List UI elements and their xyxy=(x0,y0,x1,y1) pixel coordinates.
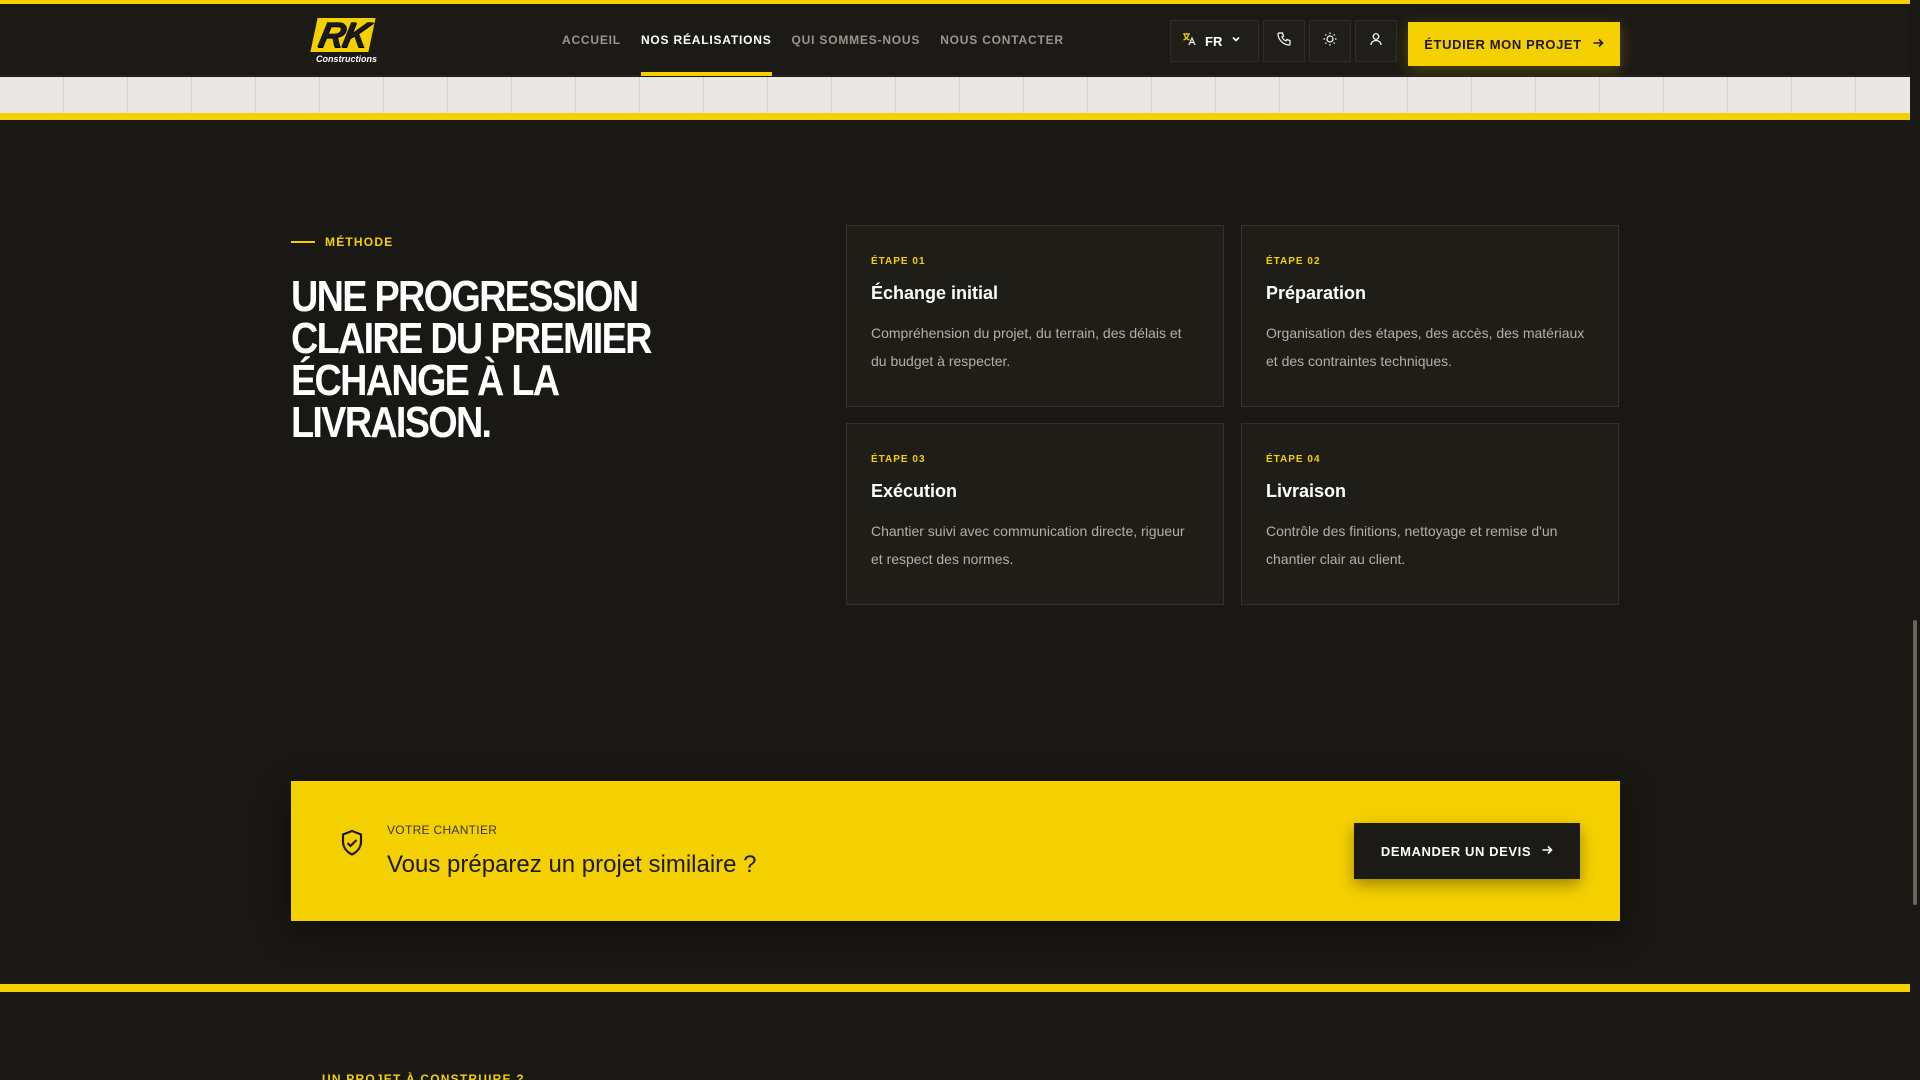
theme-toggle-button[interactable] xyxy=(1309,20,1351,62)
next-section-eyebrow: UN PROJET À CONSTRUIRE ? xyxy=(322,1072,525,1080)
step-card: ÉTAPE 02 Préparation Organisation des ét… xyxy=(1241,225,1619,407)
eyebrow-line xyxy=(291,241,315,243)
logo[interactable]: RK Constructions xyxy=(310,14,380,66)
step-card: ÉTAPE 03 Exécution Chantier suivi avec c… xyxy=(846,423,1224,605)
scrollbar-thumb[interactable] xyxy=(1913,620,1917,905)
arrow-right-icon xyxy=(1541,844,1553,859)
hero-image-strip xyxy=(0,77,1910,113)
chevron-down-icon xyxy=(1230,32,1242,50)
step-description: Organisation des étapes, des accès, des … xyxy=(1266,325,1585,369)
step-description: Compréhension du projet, du terrain, des… xyxy=(871,325,1182,369)
translate-icon xyxy=(1181,31,1197,52)
section-divider xyxy=(0,113,1910,120)
step-number: ÉTAPE 03 xyxy=(871,454,926,465)
step-description: Contrôle des finitions, nettoyage et rem… xyxy=(1266,523,1558,567)
method-eyebrow-text: MÉTHODE xyxy=(325,235,394,249)
method-eyebrow: MÉTHODE xyxy=(291,235,393,249)
language-code: FR xyxy=(1205,33,1223,49)
shield-check-icon xyxy=(339,829,365,857)
step-number: ÉTAPE 02 xyxy=(1266,256,1321,267)
phone-icon xyxy=(1276,31,1292,52)
banner-kicker: VOTRE CHANTIER xyxy=(387,823,498,837)
step-card: ÉTAPE 01 Échange initial Compréhension d… xyxy=(846,225,1224,407)
step-number: ÉTAPE 01 xyxy=(871,256,926,267)
user-icon xyxy=(1368,31,1384,52)
logo-mark: RK xyxy=(310,14,380,55)
step-number: ÉTAPE 04 xyxy=(1266,454,1321,465)
headline-line: ÉCHANGE À LA LIVRAISON. xyxy=(291,356,559,447)
language-selector[interactable]: FR xyxy=(1170,20,1259,62)
nav-item-qui-sommes-nous[interactable]: QUI SOMMES-NOUS xyxy=(782,4,931,76)
phone-button[interactable] xyxy=(1263,20,1305,62)
scrollbar-track[interactable] xyxy=(1910,0,1920,1080)
section-divider xyxy=(0,984,1910,992)
step-title: Échange initial xyxy=(871,283,999,303)
site-header: RK Constructions ACCUEIL NOS RÉALISATION… xyxy=(0,4,1910,76)
method-headline: UNE PROGRESSION CLAIRE DU PREMIER ÉCHANG… xyxy=(291,272,652,447)
step-card: ÉTAPE 04 Livraison Contrôle des finition… xyxy=(1241,423,1619,605)
banner-title: Vous préparez un projet similaire ? xyxy=(387,851,757,878)
arrow-right-icon xyxy=(1592,37,1604,52)
cta-banner: VOTRE CHANTIER Vous préparez un projet s… xyxy=(291,781,1620,921)
study-project-button[interactable]: ÉTUDIER MON PROJET xyxy=(1408,22,1620,66)
nav-item-nos-realisations[interactable]: NOS RÉALISATIONS xyxy=(631,4,782,76)
nav-item-accueil[interactable]: ACCUEIL xyxy=(552,4,631,76)
account-button[interactable] xyxy=(1355,20,1397,62)
step-description: Chantier suivi avec communication direct… xyxy=(871,523,1185,567)
request-quote-label: DEMANDER UN DEVIS xyxy=(1380,843,1532,859)
logo-subtitle: Constructions xyxy=(316,54,378,64)
step-title: Préparation xyxy=(1266,283,1367,303)
request-quote-button[interactable]: DEMANDER UN DEVIS xyxy=(1354,823,1580,879)
step-title: Livraison xyxy=(1266,481,1347,501)
headline-line: UNE PROGRESSION xyxy=(291,272,639,321)
step-title: Exécution xyxy=(871,481,958,501)
study-project-label: ÉTUDIER MON PROJET xyxy=(1424,36,1582,52)
nav-item-nous-contacter[interactable]: NOUS CONTACTER xyxy=(930,4,1074,76)
main-nav: ACCUEIL NOS RÉALISATIONS QUI SOMMES-NOUS… xyxy=(552,4,1074,76)
headline-line: CLAIRE DU PREMIER xyxy=(291,314,652,363)
sun-icon xyxy=(1322,31,1338,52)
